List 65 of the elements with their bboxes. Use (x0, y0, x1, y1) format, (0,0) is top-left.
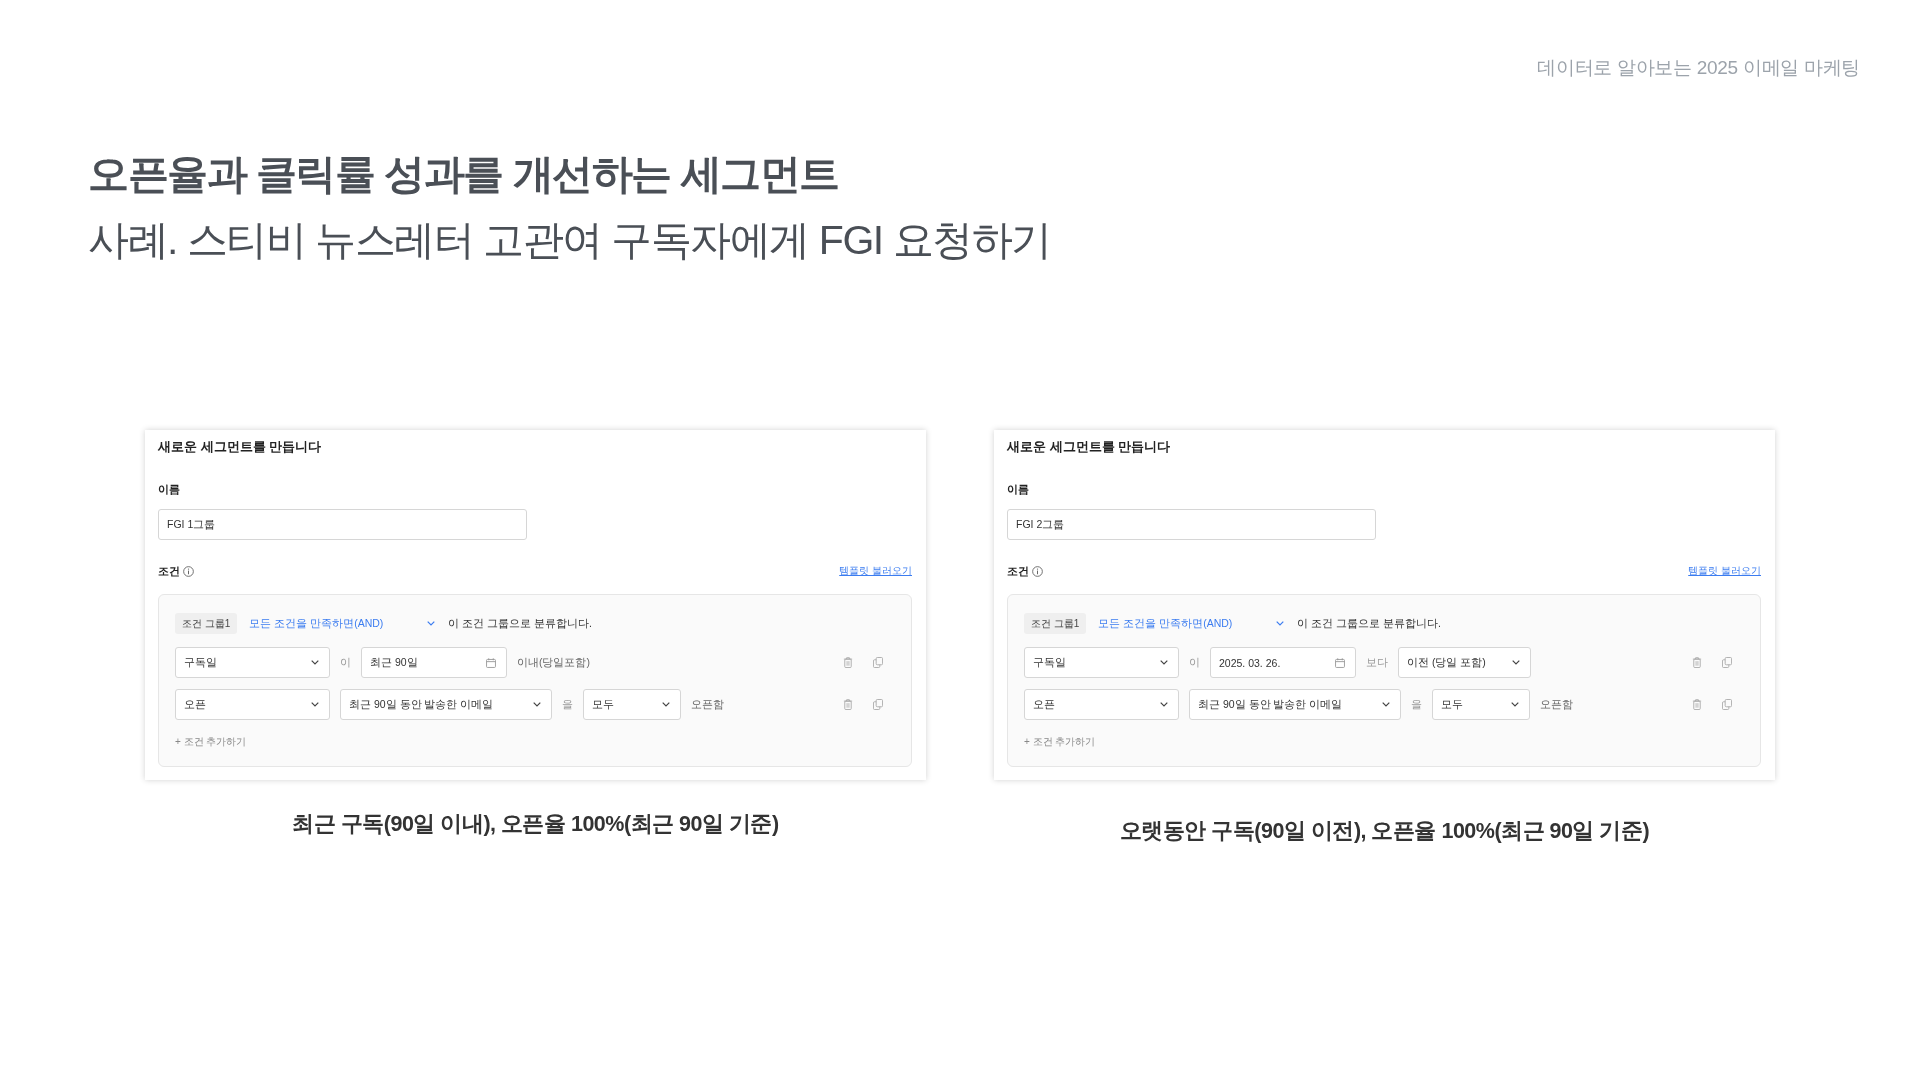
date-input[interactable]: 최근 90일 (361, 647, 507, 678)
add-condition-button[interactable]: + 조건 추가하기 (1024, 735, 1096, 749)
condition-select[interactable]: 오픈 (175, 689, 330, 720)
chevron-icon (427, 621, 436, 626)
group-description: 이 조건 그룹으로 분류합니다. (448, 616, 592, 631)
group-description: 이 조건 그룹으로 분류합니다. (1297, 616, 1441, 631)
template-link[interactable]: 템플릿 불러오기 (839, 564, 912, 578)
info-icon[interactable] (183, 565, 194, 577)
condition-select[interactable]: 이전 (당일 포함) (1398, 647, 1531, 678)
chevron-icon (1382, 702, 1390, 707)
condition-text: 이 (1189, 655, 1200, 670)
chevron-icon (1511, 702, 1519, 707)
condition-select[interactable]: 구독일 (1024, 647, 1179, 678)
condition-text: 보다 (1366, 655, 1388, 670)
example-caption: 최근 구독(90일 이내), 오픈율 100%(최근 90일 기준) (292, 811, 779, 838)
trash-icon[interactable] (843, 657, 853, 668)
group-tag: 조건 그룹1 (175, 613, 238, 634)
chevron-icon (1160, 702, 1168, 707)
slide-title: 오픈율과 클릭률 성과를 개선하는 세그먼트 (88, 150, 839, 199)
condition-select[interactable]: 최근 90일 동안 발송한 이메일 (1189, 689, 1401, 720)
calendar-icon[interactable] (1335, 657, 1345, 668)
condition-select[interactable]: 모두 (1432, 689, 1530, 720)
chevron-icon (662, 702, 670, 707)
condition-select[interactable]: 최근 90일 동안 발송한 이메일 (340, 689, 552, 720)
date-input[interactable]: 2025. 03. 26. (1210, 647, 1356, 678)
example-caption: 오랫동안 구독(90일 이전), 오픈율 100%(최근 90일 기준) (1119, 818, 1650, 845)
condition-select[interactable]: 구독일 (175, 647, 330, 678)
chevron-icon (311, 660, 319, 665)
group-tag: 조건 그룹1 (1024, 613, 1087, 634)
condition-text: 오픈함 (691, 697, 724, 712)
name-input[interactable]: FGI 2그룹 (1007, 509, 1376, 540)
copy-icon[interactable] (1722, 657, 1732, 668)
chevron-icon (1160, 660, 1168, 665)
copy-icon[interactable] (1722, 699, 1732, 710)
template-link[interactable]: 템플릿 불러오기 (1688, 564, 1761, 578)
condition-select[interactable]: 오픈 (1024, 689, 1179, 720)
add-condition-button[interactable]: + 조건 추가하기 (175, 735, 247, 749)
field-label: 이름 (1007, 482, 1029, 497)
field-label: 이름 (158, 482, 180, 497)
chevron-icon (1511, 660, 1520, 665)
trash-icon[interactable] (1692, 699, 1702, 710)
chevron-icon (533, 702, 541, 707)
chevron-icon (1276, 621, 1285, 626)
chevron-icon (311, 702, 319, 707)
form-heading: 새로운 세그먼트를 만듭니다 (158, 438, 322, 456)
copy-icon[interactable] (873, 699, 883, 710)
copy-icon[interactable] (873, 657, 883, 668)
field-label: 조건 (158, 564, 180, 579)
condition-text: 이 (340, 655, 351, 670)
condition-text: 을 (562, 697, 573, 712)
info-icon[interactable] (1032, 565, 1043, 577)
field-label: 조건 (1007, 564, 1029, 579)
condition-text: 이내(당일포함) (517, 655, 590, 670)
name-input[interactable]: FGI 1그룹 (158, 509, 527, 540)
form-heading: 새로운 세그먼트를 만듭니다 (1007, 438, 1171, 456)
condition-select[interactable]: 모두 (583, 689, 681, 720)
match-mode-dropdown[interactable]: 모든 조건을 만족하면(AND) (1098, 616, 1285, 631)
calendar-icon[interactable] (486, 657, 496, 668)
match-mode-dropdown[interactable]: 모든 조건을 만족하면(AND) (249, 616, 436, 631)
condition-text: 오픈함 (1540, 697, 1573, 712)
trash-icon[interactable] (1692, 657, 1702, 668)
condition-text: 을 (1411, 697, 1422, 712)
deck-title: 데이터로 알아보는 2025 이메일 마케팅 (1537, 57, 1860, 79)
slide-subtitle: 사례. 스티비 뉴스레터 고관여 구독자에게 FGI 요청하기 (88, 216, 1051, 265)
trash-icon[interactable] (843, 699, 853, 710)
